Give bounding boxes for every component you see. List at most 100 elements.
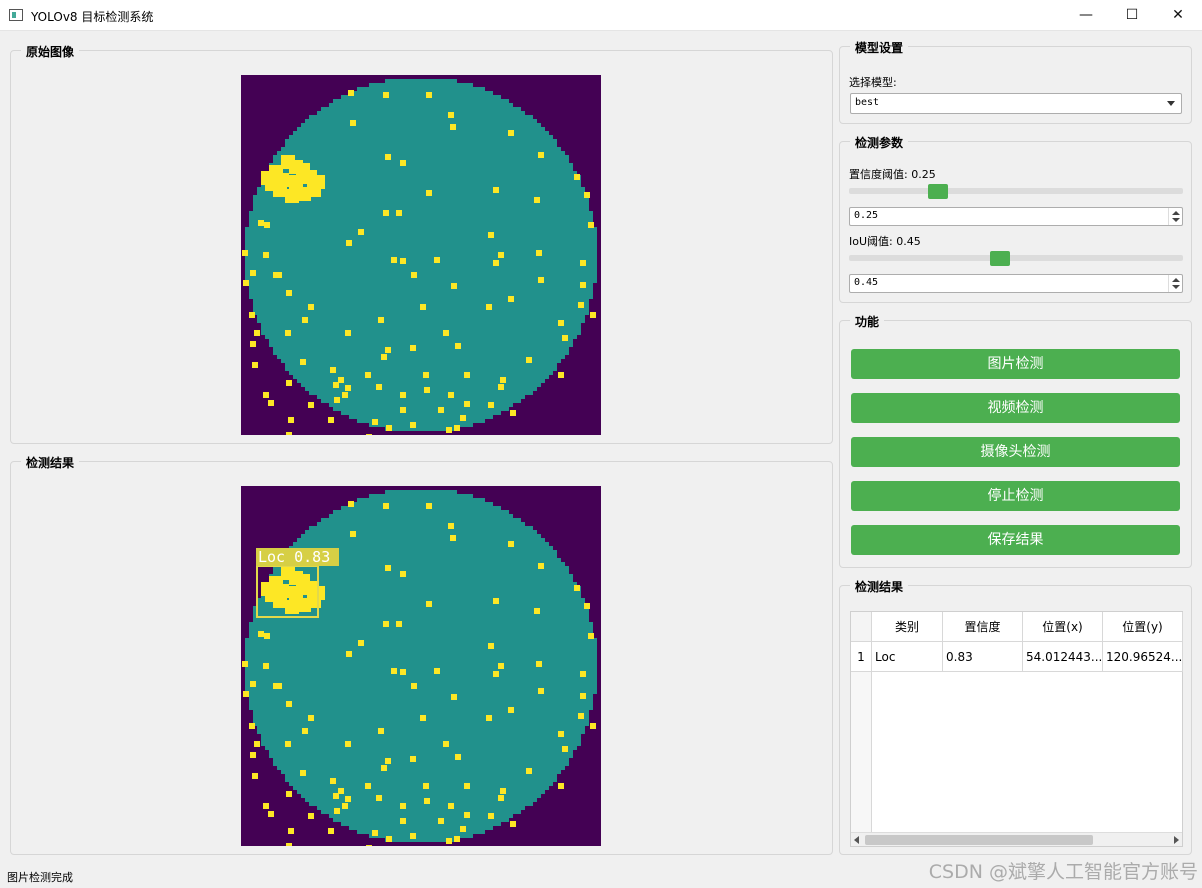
image-dot	[454, 425, 460, 431]
image-dot	[574, 585, 580, 591]
image-circle-row	[245, 650, 597, 654]
image-circle-row	[261, 327, 581, 331]
conf-spinbox-value: 0.25	[854, 210, 879, 221]
image-dot	[350, 120, 356, 126]
image-circle-row	[317, 806, 525, 810]
stop-detect-button[interactable]: 停止检测	[851, 481, 1180, 511]
image-dot	[263, 252, 269, 258]
image-dot	[268, 811, 274, 817]
image-dot	[396, 621, 402, 627]
image-circle-row	[297, 538, 545, 542]
image-circle-row	[245, 642, 597, 646]
image-circle-row	[285, 143, 557, 147]
arrow-down-icon[interactable]	[1172, 285, 1180, 289]
maximize-button[interactable]: ☐	[1109, 0, 1155, 31]
image-dot	[400, 392, 406, 398]
column-header-y[interactable]: 位置(y)	[1103, 612, 1183, 642]
spin-arrows[interactable]	[1168, 275, 1182, 292]
image-dot	[348, 501, 354, 507]
model-select[interactable]: best	[850, 93, 1182, 114]
image-circle-row	[253, 299, 589, 303]
image-dot	[400, 160, 406, 166]
image-dot	[500, 788, 506, 794]
video-detect-button[interactable]: 视频检测	[851, 393, 1180, 423]
image-dot	[334, 808, 340, 814]
table-cell-y[interactable]: 120.96524...	[1103, 642, 1183, 672]
camera-detect-button[interactable]: 摄像头检测	[851, 437, 1180, 467]
image-dot	[258, 220, 264, 226]
functions-group: 功能 图片检测 视频检测 摄像头检测 停止检测 保存结果	[839, 313, 1192, 568]
image-dot	[454, 836, 460, 842]
image-blob	[285, 189, 299, 203]
results-table[interactable]: 类别 置信度 位置(x) 位置(y) 1 Loc 0.83 54.012443.…	[850, 611, 1183, 847]
table-cell-x[interactable]: 54.012443...	[1023, 642, 1103, 672]
image-dot	[308, 304, 314, 310]
column-header-class[interactable]: 类别	[872, 612, 943, 642]
image-dot	[455, 754, 461, 760]
column-header-confidence[interactable]: 置信度	[943, 612, 1023, 642]
arrow-up-icon[interactable]	[1172, 278, 1180, 282]
image-dot	[508, 130, 514, 136]
row-header[interactable]: 1	[851, 642, 872, 672]
conf-spinbox[interactable]: 0.25	[849, 207, 1183, 226]
iou-spinbox[interactable]: 0.45	[849, 274, 1183, 293]
conf-slider-handle[interactable]	[927, 184, 948, 199]
image-detect-button[interactable]: 图片检测	[851, 349, 1180, 379]
image-circle-row	[269, 163, 573, 167]
image-circle-row	[285, 778, 557, 782]
column-header-x[interactable]: 位置(x)	[1023, 612, 1103, 642]
image-dot	[342, 392, 348, 398]
image-circle-row	[305, 530, 537, 534]
image-dot	[400, 803, 406, 809]
image-blob	[297, 598, 311, 612]
table-cell-class[interactable]: Loc	[872, 642, 943, 672]
image-dot	[346, 240, 352, 246]
arrow-up-icon[interactable]	[1172, 211, 1180, 215]
image-dot	[346, 651, 352, 657]
app-icon	[9, 9, 23, 21]
image-dot	[426, 601, 432, 607]
image-dot	[562, 746, 568, 752]
image-circle-row	[329, 514, 513, 518]
image-circle-row	[245, 678, 597, 682]
image-circle-row	[349, 826, 493, 830]
result-image: Loc 0.83	[241, 486, 601, 846]
image-dot	[385, 154, 391, 160]
image-circle-row	[273, 347, 569, 351]
image-dot	[250, 752, 256, 758]
image-dot	[464, 783, 470, 789]
image-circle-row	[329, 103, 513, 107]
spin-arrows[interactable]	[1168, 208, 1182, 225]
table-corner[interactable]	[851, 612, 872, 642]
image-circle-row	[321, 107, 521, 111]
image-dot	[308, 715, 314, 721]
close-button[interactable]: ✕	[1155, 0, 1201, 31]
scroll-left-icon[interactable]	[854, 836, 859, 844]
image-dot	[451, 283, 457, 289]
image-circle-row	[341, 95, 501, 99]
iou-slider[interactable]	[849, 255, 1183, 261]
image-dot	[434, 668, 440, 674]
image-circle-row	[289, 371, 553, 375]
image-dot	[558, 320, 564, 326]
arrow-down-icon[interactable]	[1172, 218, 1180, 222]
image-dot	[386, 425, 392, 431]
horizontal-scrollbar[interactable]	[851, 832, 1182, 846]
image-circle-row	[265, 335, 577, 339]
image-circle-row	[245, 239, 597, 243]
conf-slider[interactable]	[849, 188, 1183, 194]
image-dot	[443, 330, 449, 336]
image-dot	[500, 377, 506, 383]
minimize-button[interactable]: —	[1063, 0, 1109, 31]
image-dot	[400, 407, 406, 413]
image-dot	[396, 210, 402, 216]
iou-slider-handle[interactable]	[990, 251, 1011, 266]
save-result-button[interactable]: 保存结果	[851, 525, 1180, 555]
image-circle-row	[297, 127, 545, 131]
image-circle-row	[341, 506, 501, 510]
scrollbar-thumb[interactable]	[865, 835, 1093, 845]
scroll-right-icon[interactable]	[1174, 836, 1179, 844]
detection-params-group: 检测参数 置信度阈值: 0.25 0.25 IoU阈值: 0.45 0.45	[839, 134, 1192, 303]
image-circle-row	[245, 662, 597, 666]
table-cell-confidence[interactable]: 0.83	[943, 642, 1023, 672]
